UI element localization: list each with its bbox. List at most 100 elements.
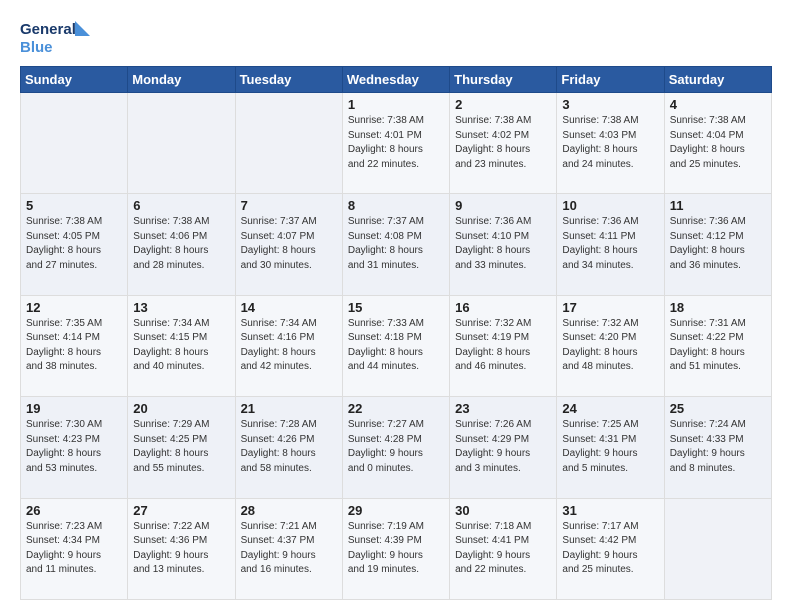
calendar-cell: 31 Sunrise: 7:17 AM Sunset: 4:42 PM Dayli… — [557, 498, 664, 599]
day-number: 18 — [670, 300, 766, 315]
calendar-cell — [235, 93, 342, 194]
calendar-cell: 17Sunrise: 7:32 AM Sunset: 4:20 PM Dayli… — [557, 295, 664, 396]
calendar-cell: 2Sunrise: 7:38 AM Sunset: 4:02 PM Daylig… — [450, 93, 557, 194]
day-header-sunday: Sunday — [21, 67, 128, 93]
calendar-cell: 1 Sunrise: 7:38 AM Sunset: 4:01 PM Daylig… — [342, 93, 449, 194]
calendar-cell: 6Sunrise: 7:38 AM Sunset: 4:06 PM Daylig… — [128, 194, 235, 295]
calendar-cell: 8Sunrise: 7:37 AM Sunset: 4:08 PM Daylig… — [342, 194, 449, 295]
svg-text:Blue: Blue — [20, 39, 53, 56]
day-number: 3 — [562, 97, 658, 112]
day-info: Sunrise: 7:38 AM Sunset: 4:01 PM Dayligh… — [348, 114, 444, 172]
logo-icon: GeneralBlue — [20, 16, 92, 56]
day-number: 4 — [670, 97, 766, 112]
day-number: 29 — [348, 503, 444, 518]
day-info: Sunrise: 7:38 AM Sunset: 4:05 PM Dayligh… — [26, 215, 122, 273]
calendar-cell: 19 Sunrise: 7:30 AM Sunset: 4:23 PM Dayli… — [21, 397, 128, 498]
calendar-cell: 25 Sunrise: 7:24 AM Sunset: 4:33 PM Dayli… — [664, 397, 771, 498]
calendar-cell: 3Sunrise: 7:38 AM Sunset: 4:03 PM Daylig… — [557, 93, 664, 194]
day-number: 23 — [455, 401, 551, 416]
calendar-cell: 12 Sunrise: 7:35 AM Sunset: 4:14 PM Dayli… — [21, 295, 128, 396]
day-number: 8 — [348, 198, 444, 213]
day-number: 14 — [241, 300, 337, 315]
calendar-table: SundayMondayTuesdayWednesdayThursdayFrid… — [20, 66, 772, 600]
day-info: Sunrise: 7:28 AM Sunset: 4:26 PM Dayligh… — [241, 418, 337, 476]
calendar-cell: 21 Sunrise: 7:28 AM Sunset: 4:26 PM Dayli… — [235, 397, 342, 498]
day-number: 25 — [670, 401, 766, 416]
day-number: 19 — [26, 401, 122, 416]
day-info: Sunrise: 7:33 AM Sunset: 4:18 PM Dayligh… — [348, 317, 444, 375]
day-info: Sunrise: 7:36 AM Sunset: 4:12 PM Dayligh… — [670, 215, 766, 273]
calendar-cell: 27 Sunrise: 7:22 AM Sunset: 4:36 PM Dayli… — [128, 498, 235, 599]
day-info: Sunrise: 7:25 AM Sunset: 4:31 PM Dayligh… — [562, 418, 658, 476]
day-info: Sunrise: 7:29 AM Sunset: 4:25 PM Dayligh… — [133, 418, 229, 476]
day-info: Sunrise: 7:38 AM Sunset: 4:06 PM Dayligh… — [133, 215, 229, 273]
day-number: 5 — [26, 198, 122, 213]
day-info: Sunrise: 7:38 AM Sunset: 4:02 PM Dayligh… — [455, 114, 551, 172]
day-number: 10 — [562, 198, 658, 213]
day-info: Sunrise: 7:18 AM Sunset: 4:41 PM Dayligh… — [455, 520, 551, 578]
calendar-header-row: SundayMondayTuesdayWednesdayThursdayFrid… — [21, 67, 772, 93]
day-info: Sunrise: 7:34 AM Sunset: 4:16 PM Dayligh… — [241, 317, 337, 375]
day-info: Sunrise: 7:32 AM Sunset: 4:20 PM Dayligh… — [562, 317, 658, 375]
calendar-cell: 10 Sunrise: 7:36 AM Sunset: 4:11 PM Dayli… — [557, 194, 664, 295]
day-number: 27 — [133, 503, 229, 518]
calendar-week-2: 5 Sunrise: 7:38 AM Sunset: 4:05 PM Daylig… — [21, 194, 772, 295]
calendar-cell: 14 Sunrise: 7:34 AM Sunset: 4:16 PM Dayli… — [235, 295, 342, 396]
day-header-wednesday: Wednesday — [342, 67, 449, 93]
day-number: 22 — [348, 401, 444, 416]
calendar-cell: 28 Sunrise: 7:21 AM Sunset: 4:37 PM Dayli… — [235, 498, 342, 599]
day-info: Sunrise: 7:36 AM Sunset: 4:10 PM Dayligh… — [455, 215, 551, 273]
day-info: Sunrise: 7:36 AM Sunset: 4:11 PM Dayligh… — [562, 215, 658, 273]
calendar-cell: 11Sunrise: 7:36 AM Sunset: 4:12 PM Dayli… — [664, 194, 771, 295]
calendar-cell: 13 Sunrise: 7:34 AM Sunset: 4:15 PM Dayli… — [128, 295, 235, 396]
calendar-week-3: 12 Sunrise: 7:35 AM Sunset: 4:14 PM Dayli… — [21, 295, 772, 396]
day-info: Sunrise: 7:31 AM Sunset: 4:22 PM Dayligh… — [670, 317, 766, 375]
logo: GeneralBlue — [20, 16, 92, 56]
day-header-tuesday: Tuesday — [235, 67, 342, 93]
day-info: Sunrise: 7:21 AM Sunset: 4:37 PM Dayligh… — [241, 520, 337, 578]
day-number: 21 — [241, 401, 337, 416]
page: GeneralBlue SundayMondayTuesdayWednesday… — [0, 0, 792, 612]
calendar-week-5: 26Sunrise: 7:23 AM Sunset: 4:34 PM Dayli… — [21, 498, 772, 599]
day-number: 31 — [562, 503, 658, 518]
day-header-saturday: Saturday — [664, 67, 771, 93]
calendar-cell — [664, 498, 771, 599]
calendar-cell: 30 Sunrise: 7:18 AM Sunset: 4:41 PM Dayli… — [450, 498, 557, 599]
calendar-cell: 29Sunrise: 7:19 AM Sunset: 4:39 PM Dayli… — [342, 498, 449, 599]
day-header-monday: Monday — [128, 67, 235, 93]
header: GeneralBlue — [20, 16, 772, 56]
day-number: 1 — [348, 97, 444, 112]
day-info: Sunrise: 7:26 AM Sunset: 4:29 PM Dayligh… — [455, 418, 551, 476]
calendar-week-1: 1 Sunrise: 7:38 AM Sunset: 4:01 PM Daylig… — [21, 93, 772, 194]
calendar-cell: 20Sunrise: 7:29 AM Sunset: 4:25 PM Dayli… — [128, 397, 235, 498]
calendar-week-4: 19 Sunrise: 7:30 AM Sunset: 4:23 PM Dayli… — [21, 397, 772, 498]
day-info: Sunrise: 7:24 AM Sunset: 4:33 PM Dayligh… — [670, 418, 766, 476]
day-number: 9 — [455, 198, 551, 213]
day-info: Sunrise: 7:23 AM Sunset: 4:34 PM Dayligh… — [26, 520, 122, 578]
day-info: Sunrise: 7:27 AM Sunset: 4:28 PM Dayligh… — [348, 418, 444, 476]
day-number: 7 — [241, 198, 337, 213]
day-header-friday: Friday — [557, 67, 664, 93]
calendar-cell: 7Sunrise: 7:37 AM Sunset: 4:07 PM Daylig… — [235, 194, 342, 295]
day-number: 30 — [455, 503, 551, 518]
svg-text:General: General — [20, 21, 76, 38]
calendar-cell — [128, 93, 235, 194]
calendar-cell: 5 Sunrise: 7:38 AM Sunset: 4:05 PM Daylig… — [21, 194, 128, 295]
calendar-cell — [21, 93, 128, 194]
day-info: Sunrise: 7:35 AM Sunset: 4:14 PM Dayligh… — [26, 317, 122, 375]
day-info: Sunrise: 7:32 AM Sunset: 4:19 PM Dayligh… — [455, 317, 551, 375]
day-info: Sunrise: 7:17 AM Sunset: 4:42 PM Dayligh… — [562, 520, 658, 578]
calendar-cell: 18 Sunrise: 7:31 AM Sunset: 4:22 PM Dayli… — [664, 295, 771, 396]
day-info: Sunrise: 7:22 AM Sunset: 4:36 PM Dayligh… — [133, 520, 229, 578]
calendar-cell: 26Sunrise: 7:23 AM Sunset: 4:34 PM Dayli… — [21, 498, 128, 599]
day-info: Sunrise: 7:34 AM Sunset: 4:15 PM Dayligh… — [133, 317, 229, 375]
calendar-cell: 16Sunrise: 7:32 AM Sunset: 4:19 PM Dayli… — [450, 295, 557, 396]
day-info: Sunrise: 7:30 AM Sunset: 4:23 PM Dayligh… — [26, 418, 122, 476]
day-number: 12 — [26, 300, 122, 315]
calendar-cell: 9 Sunrise: 7:36 AM Sunset: 4:10 PM Daylig… — [450, 194, 557, 295]
day-number: 13 — [133, 300, 229, 315]
day-number: 28 — [241, 503, 337, 518]
calendar-cell: 4Sunrise: 7:38 AM Sunset: 4:04 PM Daylig… — [664, 93, 771, 194]
calendar-cell: 22 Sunrise: 7:27 AM Sunset: 4:28 PM Dayli… — [342, 397, 449, 498]
calendar-cell: 24Sunrise: 7:25 AM Sunset: 4:31 PM Dayli… — [557, 397, 664, 498]
